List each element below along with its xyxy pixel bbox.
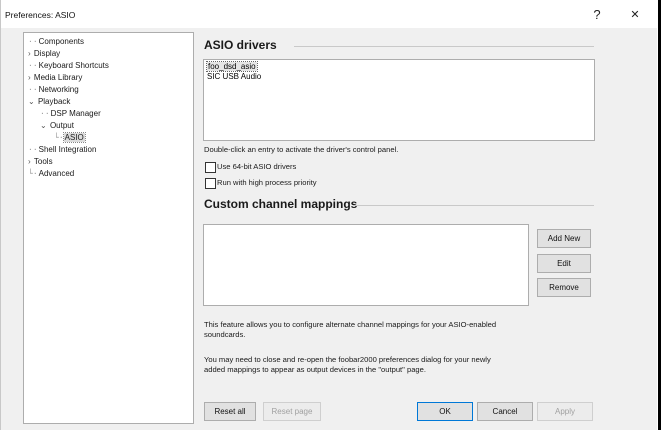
mappings-info-line1b: soundcards.: [204, 330, 246, 339]
use-64bit-label: Use 64-bit ASIO drivers: [217, 162, 297, 171]
custom-mappings-heading: Custom channel mappings: [204, 197, 358, 211]
tree-item-components[interactable]: ··Components: [28, 36, 85, 48]
help-button[interactable]: ?: [587, 6, 607, 24]
cancel-button[interactable]: Cancel: [477, 402, 533, 421]
tree-item-dsp-manager[interactable]: ··DSP Manager: [40, 108, 102, 120]
high-priority-checkbox[interactable]: [205, 178, 216, 189]
tree-item-output[interactable]: ⌄ Output: [40, 120, 75, 132]
remove-button[interactable]: Remove: [537, 278, 591, 297]
tree-item-networking[interactable]: ··Networking: [28, 84, 80, 96]
section-divider: [353, 205, 594, 206]
use-64bit-checkbox[interactable]: [205, 162, 216, 173]
driver-item-foo-dsd-asio[interactable]: foo_dsd_asio: [204, 61, 594, 72]
tree-item-tools[interactable]: › Tools: [28, 156, 54, 168]
section-divider: [294, 46, 594, 47]
driver-item-sic-usb-audio[interactable]: SIC USB Audio: [204, 72, 594, 82]
tree-item-advanced[interactable]: └·Advanced: [28, 168, 75, 180]
preferences-dialog: Preferences: ASIO ? ✕ ··Components › Dis…: [0, 0, 657, 430]
screen-edge: [658, 0, 661, 430]
tree-item-asio[interactable]: └·ASIO: [54, 132, 86, 144]
tree-item-playback[interactable]: ⌄ Playback: [28, 96, 71, 108]
close-button[interactable]: ✕: [625, 6, 645, 24]
asio-drivers-heading: ASIO drivers: [204, 38, 277, 52]
collapse-arrow-icon[interactable]: ⌄: [40, 121, 47, 130]
mappings-info-line2: You may need to close and re-open the fo…: [204, 355, 491, 364]
add-new-button[interactable]: Add New: [537, 229, 591, 248]
title-bar: Preferences: ASIO ? ✕: [1, 0, 657, 28]
edit-button[interactable]: Edit: [537, 254, 591, 273]
high-priority-label: Run with high process priority: [217, 178, 317, 187]
mappings-info-line2b: added mappings to appear as output devic…: [204, 365, 426, 374]
ok-button[interactable]: OK: [417, 402, 473, 421]
tree-item-media-library[interactable]: › Media Library: [28, 72, 83, 84]
apply-button[interactable]: Apply: [537, 402, 593, 421]
reset-all-button[interactable]: Reset all: [204, 402, 256, 421]
reset-page-button[interactable]: Reset page: [263, 402, 321, 421]
preferences-tree[interactable]: ··Components › Display ··Keyboard Shortc…: [23, 32, 194, 424]
asio-driver-list[interactable]: foo_dsd_asio SIC USB Audio: [203, 59, 595, 141]
mappings-info-line1: This feature allows you to configure alt…: [204, 320, 497, 329]
tree-item-display[interactable]: › Display: [28, 48, 61, 60]
expand-arrow-icon[interactable]: ›: [28, 157, 31, 166]
expand-arrow-icon[interactable]: ›: [28, 49, 31, 58]
window-title: Preferences: ASIO: [5, 10, 76, 20]
channel-mappings-list[interactable]: [203, 224, 529, 306]
collapse-arrow-icon[interactable]: ⌄: [28, 97, 35, 106]
tree-item-shell-integration[interactable]: ··Shell Integration: [28, 144, 97, 156]
tree-item-keyboard-shortcuts[interactable]: ··Keyboard Shortcuts: [28, 60, 110, 72]
expand-arrow-icon[interactable]: ›: [28, 73, 31, 82]
driver-hint-text: Double-click an entry to activate the dr…: [204, 145, 399, 154]
